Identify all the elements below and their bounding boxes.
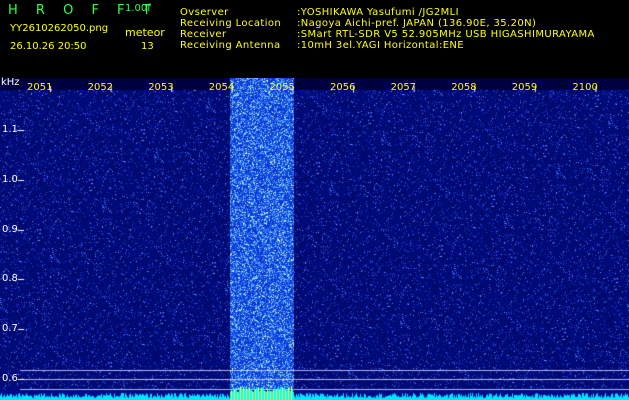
y-tick-label: 0.6 [2, 373, 18, 384]
info-label-observer: Ovserver [180, 7, 229, 18]
y-tick-label: 0.8 [2, 273, 18, 284]
x-tick-label: 2054 [208, 82, 235, 93]
info-label-antenna: Receiving Antenna [180, 40, 281, 51]
x-tick-label: 2053 [148, 82, 174, 93]
info-value-observer: :YOSHIKAWA Yasufumi /JG2MLI [297, 7, 459, 18]
info-value-location: :Nagoya Aichi-pref. JAPAN (136.90E, 35.2… [297, 18, 537, 29]
axis-overlay: kHz 1.1 1.0 0.9 0.8 0.7 0.6 2051 2052 2053 2054 2… [0, 78, 629, 400]
x-tick-label: 2052 [87, 82, 114, 93]
header-panel: H R O F F T 1.00f YY2610262050.png meteo… [0, 0, 629, 78]
x-tick-label: 2056 [330, 82, 356, 93]
y-tick-label: 1.1 [2, 124, 18, 135]
info-label-location: Receiving Location [180, 18, 282, 29]
x-tick-label: 2055 [269, 82, 295, 93]
datetime-label: 26.10.26 20:50 [10, 41, 87, 52]
x-tick-label: 2059 [511, 82, 538, 93]
y-tick-label: 0.7 [2, 323, 18, 334]
x-tick-label: 2051 [27, 82, 53, 93]
meteor-label: meteor [125, 26, 165, 39]
y-tick-label: 1.0 [2, 174, 18, 185]
meteor-count: 13 [141, 41, 154, 52]
y-unit-label: kHz [1, 77, 20, 88]
info-value-antenna: :10mH 3el.YAGI Horizontal:ENE [297, 40, 465, 51]
filename-label: YY2610262050.png [10, 23, 109, 34]
info-value-receiver: :SMart RTL-SDR V5 52.905MHz USB HIGASHIM… [297, 29, 595, 40]
version-label: 1.00f [125, 3, 151, 14]
info-label-receiver: Receiver [180, 29, 227, 40]
x-tick-label: 2058 [451, 82, 477, 93]
x-tick-label: 2057 [390, 82, 417, 93]
y-tick-label: 0.9 [2, 224, 18, 235]
x-tick-label: 2100 [572, 82, 598, 93]
